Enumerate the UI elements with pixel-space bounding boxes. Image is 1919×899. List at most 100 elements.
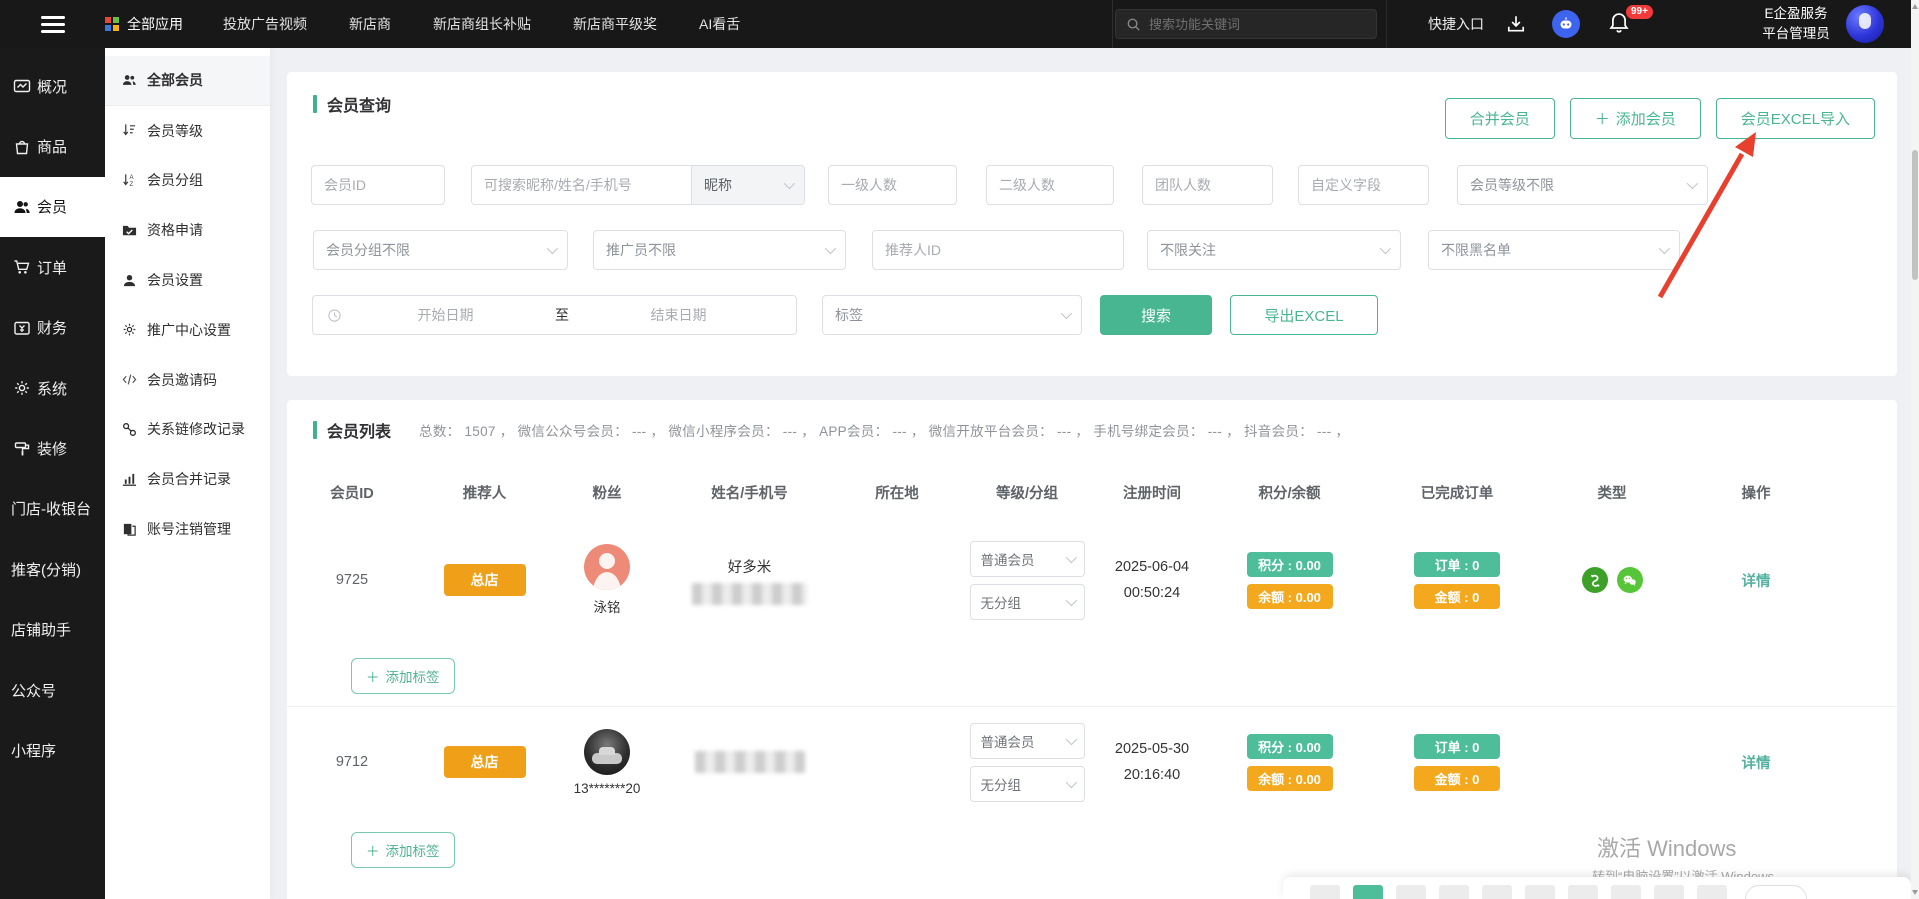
- team-count-input[interactable]: [1142, 165, 1273, 205]
- sidebar-item-distribution[interactable]: 推客(分销): [0, 539, 105, 599]
- plus-icon: ＋: [366, 840, 380, 860]
- table-row: 9725 总店 泳铭 好多米 普通会员 无分组 2025-06-04 00:: [287, 518, 1830, 642]
- submenu-member-groups[interactable]: AZ 会员分组: [105, 156, 270, 206]
- scrollbar-thumb[interactable]: [1912, 150, 1918, 280]
- referrer-badge[interactable]: 总店: [444, 746, 526, 778]
- top-menu-item[interactable]: AI看舌: [699, 14, 740, 34]
- global-search[interactable]: [1115, 9, 1377, 39]
- level2-count-input[interactable]: [986, 165, 1114, 205]
- submenu-invite-code[interactable]: 会员邀请码: [105, 355, 270, 405]
- top-menu: 投放广告视频 新店商 新店商组长补贴 新店商平级奖 AI看舌: [223, 14, 740, 34]
- system-gear-icon: [13, 379, 31, 397]
- level-select[interactable]: 普通会员: [970, 541, 1085, 577]
- page-scrollbar[interactable]: [1911, 0, 1919, 899]
- keyword-type-select[interactable]: 昵称: [691, 166, 804, 204]
- referrer-id-input[interactable]: [872, 230, 1124, 270]
- custom-field-input[interactable]: [1298, 165, 1429, 205]
- submenu-promotion-settings[interactable]: 推广中心设置: [105, 305, 270, 355]
- page-button[interactable]: [1611, 885, 1641, 899]
- avatar[interactable]: [584, 729, 630, 775]
- sidebar-item-members[interactable]: 会员: [0, 177, 105, 237]
- sidebar-item-store-pos[interactable]: 门店-收银台: [0, 479, 105, 539]
- referrer-badge[interactable]: 总店: [444, 564, 526, 596]
- group-select[interactable]: 无分组: [970, 584, 1085, 620]
- member-group-select[interactable]: 会员分组不限: [313, 230, 568, 270]
- group-select[interactable]: 无分组: [970, 766, 1085, 802]
- submenu-member-settings[interactable]: 会员设置: [105, 255, 270, 305]
- page-button[interactable]: [1568, 885, 1598, 899]
- sidebar-item-official-account[interactable]: 公众号: [0, 660, 105, 720]
- tag-select[interactable]: 标签: [822, 295, 1082, 335]
- sidebar-item-system[interactable]: 系统: [0, 358, 105, 418]
- page-button-active[interactable]: [1353, 885, 1383, 899]
- top-menu-item[interactable]: 投放广告视频: [223, 14, 307, 34]
- avatar[interactable]: [1846, 5, 1884, 43]
- page-buttons: [1310, 885, 1727, 899]
- top-bar: 全部应用 投放广告视频 新店商 新店商组长补贴 新店商平级奖 AI看舌 快捷入口…: [0, 0, 1911, 48]
- add-member-button[interactable]: ＋添加会员: [1570, 98, 1701, 139]
- level-select[interactable]: 普通会员: [970, 723, 1085, 759]
- code-icon: [122, 372, 137, 387]
- submenu-member-levels[interactable]: 会员等级: [105, 106, 270, 156]
- sidebar-item-goods[interactable]: 商品: [0, 116, 105, 176]
- page-button[interactable]: [1654, 885, 1684, 899]
- blacklist-filter-select[interactable]: 不限黑名单: [1428, 230, 1680, 270]
- page-button[interactable]: [1525, 885, 1555, 899]
- video-channel-icon[interactable]: [1582, 567, 1608, 593]
- search-button[interactable]: 搜索: [1100, 295, 1212, 335]
- page-button[interactable]: [1439, 885, 1469, 899]
- all-apps-button[interactable]: 全部应用: [105, 14, 183, 34]
- detail-link[interactable]: 详情: [1742, 570, 1771, 591]
- merge-members-button[interactable]: 合并会员: [1445, 98, 1555, 139]
- page-more-button[interactable]: [1745, 885, 1807, 899]
- page-button[interactable]: [1697, 885, 1727, 899]
- keyword-input[interactable]: [472, 166, 691, 204]
- tag-row: ＋添加标签: [351, 658, 455, 694]
- submenu-qualification[interactable]: 资格申请: [105, 205, 270, 255]
- detail-link[interactable]: 详情: [1742, 752, 1771, 773]
- submenu-merge-records[interactable]: 会员合并记录: [105, 454, 270, 504]
- add-tag-button[interactable]: ＋添加标签: [351, 658, 455, 694]
- customer-service-icon[interactable]: [1552, 10, 1580, 38]
- scroll-down-arrow[interactable]: [1912, 890, 1918, 895]
- amount-badge: 金额 : 0: [1414, 766, 1500, 791]
- wechat-icon[interactable]: [1617, 567, 1643, 593]
- svg-text:Z: Z: [130, 181, 134, 188]
- tag-row: ＋添加标签: [351, 832, 455, 868]
- sidebar-item-orders[interactable]: 订单: [0, 237, 105, 297]
- sidebar-item-finance[interactable]: 财务: [0, 298, 105, 358]
- search-input[interactable]: [1149, 17, 1366, 32]
- query-actions: 合并会员 ＋添加会员 会员EXCEL导入: [1445, 98, 1875, 139]
- level1-count-input[interactable]: [828, 165, 957, 205]
- avatar[interactable]: [584, 544, 630, 590]
- page-button[interactable]: [1482, 885, 1512, 899]
- hamburger-menu-icon[interactable]: [0, 16, 105, 33]
- download-icon[interactable]: [1506, 14, 1526, 39]
- register-time: 20:16:40: [1124, 762, 1180, 788]
- follow-filter-select[interactable]: 不限关注: [1147, 230, 1401, 270]
- top-menu-item[interactable]: 新店商平级奖: [573, 14, 657, 34]
- submenu-all-members[interactable]: 全部会员: [105, 56, 270, 106]
- top-menu-item[interactable]: 新店商: [349, 14, 391, 34]
- sidebar-item-overview[interactable]: 概况: [0, 56, 105, 116]
- user-account[interactable]: E企盈服务 平台管理员: [1748, 4, 1844, 44]
- page-button[interactable]: [1310, 885, 1340, 899]
- sidebar-item-mini-program[interactable]: 小程序: [0, 720, 105, 780]
- member-id-input[interactable]: [311, 165, 445, 205]
- export-excel-button[interactable]: 导出EXCEL: [1230, 295, 1378, 335]
- member-query-panel: 会员查询 合并会员 ＋添加会员 会员EXCEL导入 昵称 会员等级不限 会员分组…: [287, 72, 1897, 376]
- top-menu-item[interactable]: 新店商组长补贴: [433, 14, 531, 34]
- submenu-account-deletion[interactable]: 账号注销管理: [105, 504, 270, 554]
- scroll-up-arrow[interactable]: [1912, 4, 1918, 9]
- add-tag-button[interactable]: ＋添加标签: [351, 832, 455, 868]
- sidebar-item-decoration[interactable]: 装修: [0, 418, 105, 478]
- date-range-picker[interactable]: 开始日期 至 结束日期: [312, 295, 797, 335]
- sidebar-item-shop-assistant[interactable]: 店铺助手: [0, 600, 105, 660]
- member-level-select[interactable]: 会员等级不限: [1457, 165, 1708, 205]
- member-excel-import-button[interactable]: 会员EXCEL导入: [1716, 98, 1875, 139]
- page-button[interactable]: [1396, 885, 1426, 899]
- promoter-select[interactable]: 推广员不限: [593, 230, 846, 270]
- submenu-relation-chain-log[interactable]: 关系链修改记录: [105, 405, 270, 455]
- member-id: 9712: [336, 754, 368, 770]
- quick-entry-link[interactable]: 快捷入口: [1428, 0, 1484, 48]
